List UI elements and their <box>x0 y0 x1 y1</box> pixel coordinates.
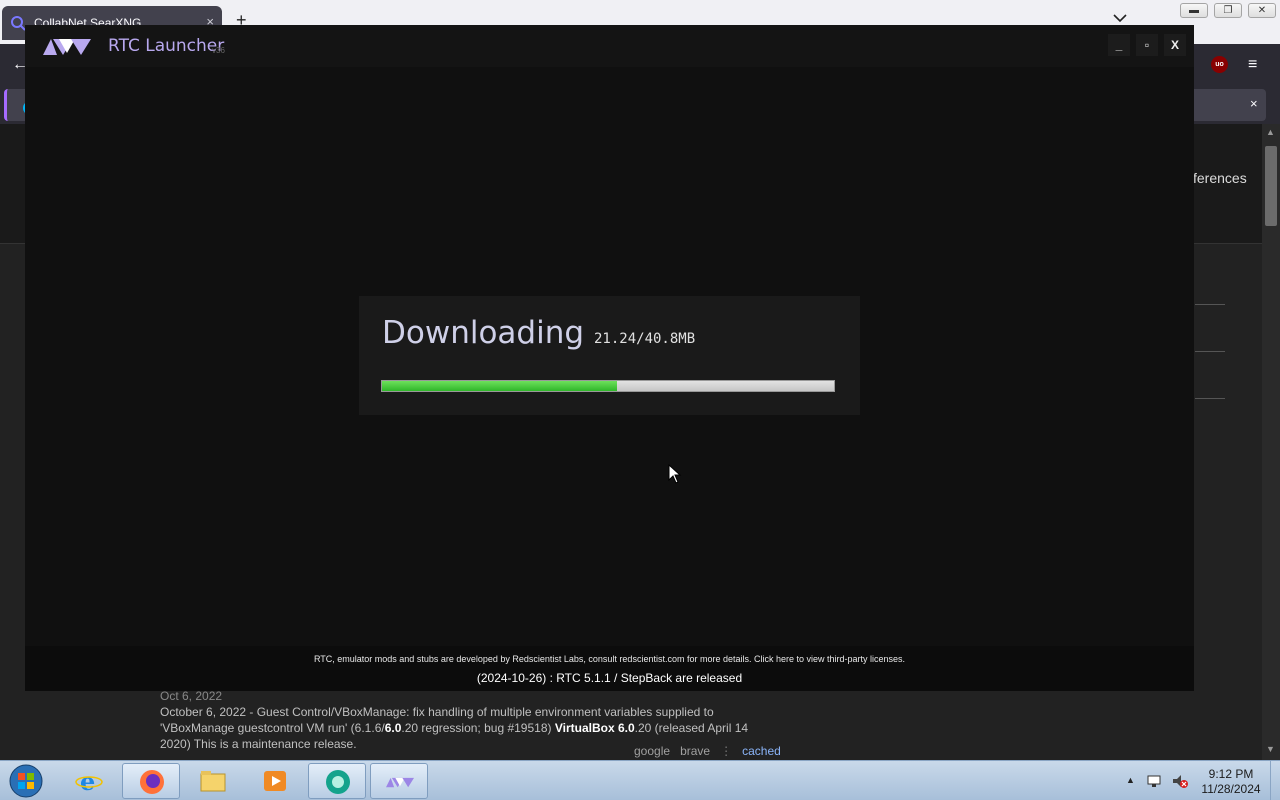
launcher-title: RTC Launcher <box>108 36 225 56</box>
notification-close-icon[interactable]: × <box>1250 96 1258 111</box>
taskbar-chat-app[interactable] <box>308 763 366 799</box>
scroll-up-icon[interactable]: ▲ <box>1266 127 1275 137</box>
svg-text:e: e <box>80 767 95 795</box>
result-highlight: VirtualBox 6.0 <box>554 721 635 735</box>
show-desktop-button[interactable] <box>1270 761 1280 800</box>
rtc-logo-icon <box>386 777 414 788</box>
engine-google-link[interactable]: google <box>634 744 670 758</box>
divider <box>1195 351 1225 352</box>
engine-brave-link[interactable]: brave <box>680 744 710 758</box>
browser-minimize-button[interactable]: ▬ <box>1180 3 1208 18</box>
network-icon[interactable] <box>1146 773 1162 789</box>
rtc-launcher-window: RTC Launcher v36 _ ▫ X Downloading 21.24… <box>25 25 1194 691</box>
taskbar-rtc-launcher[interactable] <box>370 763 428 799</box>
launcher-close-button[interactable]: X <box>1164 34 1186 56</box>
taskbar-firefox[interactable] <box>122 763 180 799</box>
system-clock[interactable]: 9:12 PM 11/28/2024 <box>1196 767 1266 797</box>
taskbar-file-explorer[interactable] <box>184 763 242 799</box>
clock-time: 9:12 PM <box>1208 767 1254 781</box>
show-hidden-icons-arrow[interactable]: ▲ <box>1126 775 1135 785</box>
search-result-snippet: Oct 6, 2022 October 6, 2022 - Guest Cont… <box>160 688 780 752</box>
searxng-favicon-icon <box>11 16 26 31</box>
scroll-down-icon[interactable]: ▼ <box>1266 744 1275 754</box>
more-vertical-icon: ⋮ <box>720 744 733 758</box>
release-news: (2024-10-26) : RTC 5.1.1 / StepBack are … <box>476 671 743 685</box>
credits-text[interactable]: RTC, emulator mods and stubs are develop… <box>25 654 1194 664</box>
download-size-text: 21.24/40.8MB <box>594 331 696 347</box>
folder-icon <box>200 771 226 792</box>
taskbar-media-player[interactable] <box>246 763 304 799</box>
browser-restore-button[interactable]: ❐ <box>1214 3 1242 18</box>
taskbar-internet-explorer[interactable]: e <box>60 763 118 799</box>
mouse-cursor-icon <box>668 464 682 484</box>
cached-link[interactable]: cached <box>742 744 781 758</box>
browser-close-button[interactable]: ✕ <box>1248 3 1276 18</box>
windows-taskbar: e ▲ 9:12 PM 11/28/2024 <box>0 760 1280 800</box>
result-text: .20 regression; bug #19518) <box>401 721 555 735</box>
result-engine-links: google brave ⋮ cached <box>634 744 781 758</box>
ublock-origin-icon[interactable]: uo <box>1211 56 1228 73</box>
media-player-icon <box>264 771 286 791</box>
volume-muted-icon[interactable] <box>1172 773 1188 789</box>
app-menu-icon[interactable]: ≡ <box>1248 56 1257 74</box>
launcher-maximize-button[interactable]: ▫ <box>1136 34 1158 56</box>
download-panel: Downloading 21.24/40.8MB <box>359 296 860 415</box>
rtc-logo-icon <box>43 39 91 55</box>
list-all-tabs-chevron-icon[interactable] <box>1112 10 1128 26</box>
chat-bubble-icon <box>326 770 350 794</box>
download-progress-fill <box>382 381 618 391</box>
windows-start-button-icon[interactable] <box>6 763 46 799</box>
page-scrollbar[interactable]: ▲ ▼ <box>1262 124 1280 760</box>
divider <box>1195 398 1225 399</box>
launcher-minimize-button[interactable]: _ <box>1108 34 1130 56</box>
divider <box>1195 304 1225 305</box>
internet-explorer-icon: e <box>75 767 103 795</box>
preferences-link[interactable]: ferences <box>1193 170 1247 186</box>
launcher-footer: RTC, emulator mods and stubs are develop… <box>25 646 1194 691</box>
launcher-titlebar[interactable]: RTC Launcher v36 _ ▫ X <box>25 25 1194 67</box>
download-progress-bar <box>381 380 835 392</box>
download-status-label: Downloading <box>382 315 585 351</box>
launcher-version: v36 <box>212 46 225 55</box>
scrollbar-thumb[interactable] <box>1265 146 1277 226</box>
result-highlight: 6.0 <box>384 721 402 735</box>
firefox-icon <box>140 770 164 794</box>
clock-date: 11/28/2024 <box>1201 782 1261 796</box>
